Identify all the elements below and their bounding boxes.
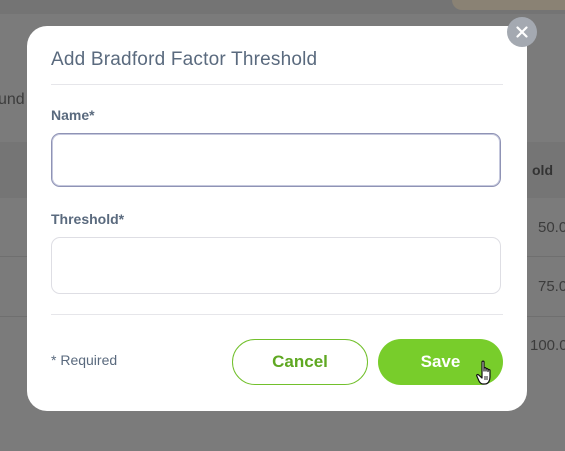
background-label: und: [0, 91, 25, 108]
cancel-button[interactable]: Cancel: [232, 339, 368, 385]
background-column-header: old: [532, 162, 553, 178]
background-row-value: 100.0: [530, 337, 565, 354]
background-row-value: 75.0: [538, 278, 565, 295]
dialog-title: Add Bradford Factor Threshold: [51, 49, 318, 70]
background-row-value: 50.0: [538, 219, 565, 236]
background-top-button: [452, 0, 565, 10]
threshold-input[interactable]: [51, 237, 501, 294]
threshold-label: Threshold*: [51, 211, 125, 227]
close-icon: [516, 26, 528, 38]
close-button[interactable]: [507, 17, 537, 47]
required-note: * Required: [51, 352, 118, 368]
name-label: Name*: [51, 107, 95, 123]
name-input[interactable]: [51, 133, 501, 187]
hand-pointer-icon: [476, 360, 496, 391]
add-threshold-dialog: Add Bradford Factor Threshold Name* Thre…: [27, 26, 527, 411]
header-divider: [51, 84, 503, 85]
footer-divider: [51, 314, 503, 315]
